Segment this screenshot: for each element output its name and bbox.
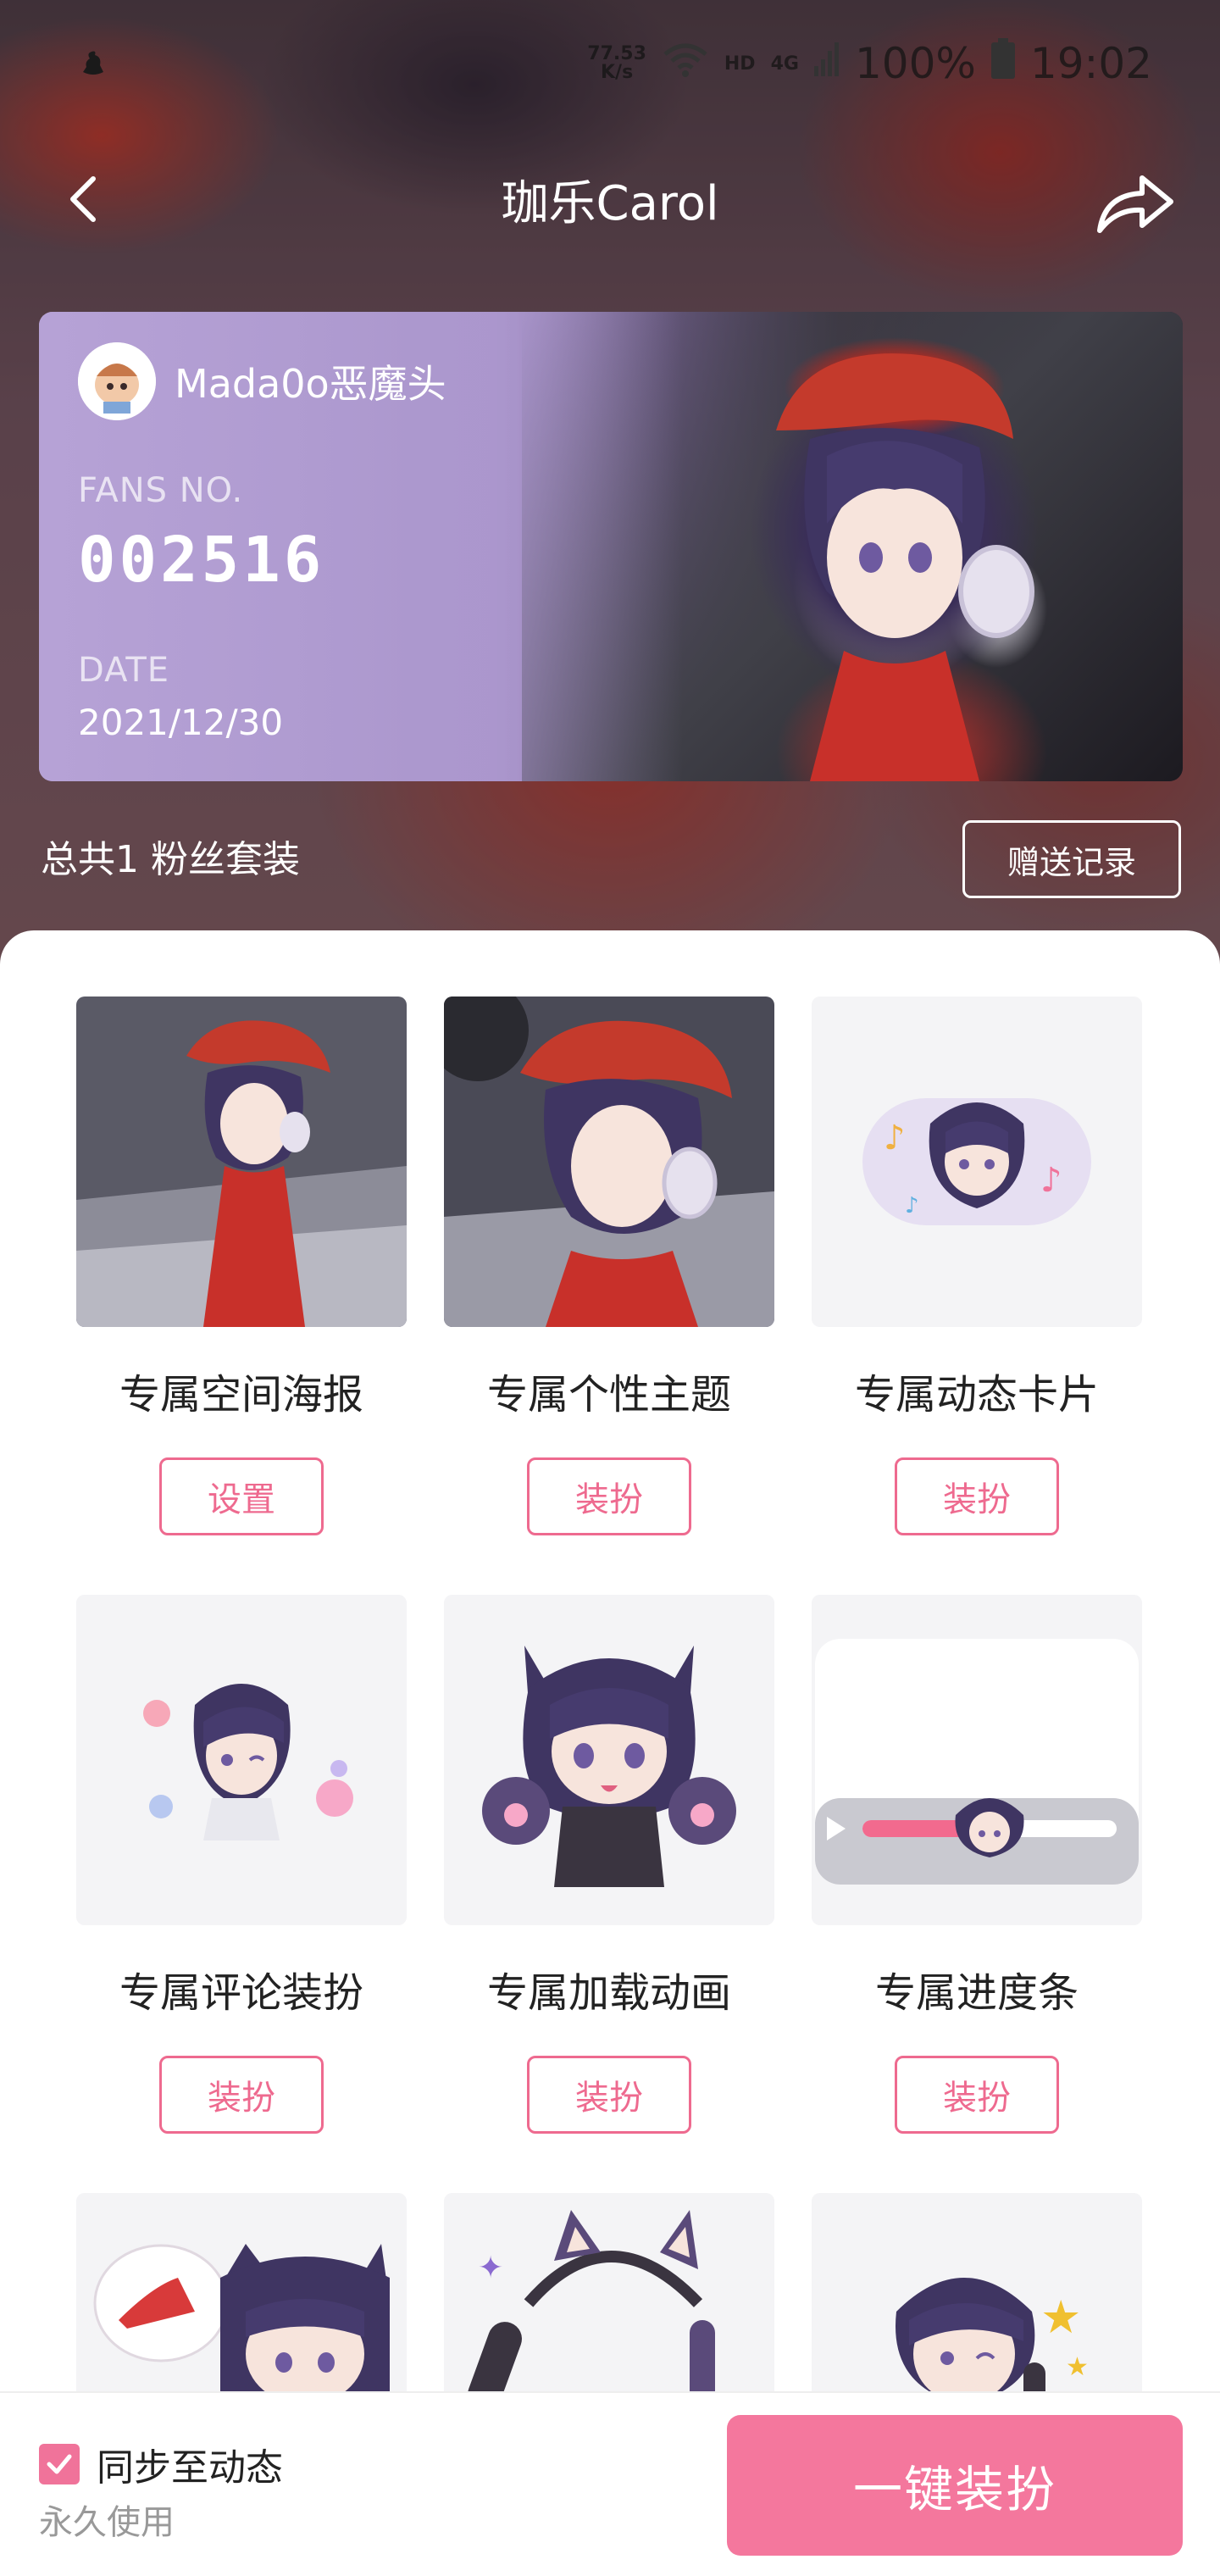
dress-up-button[interactable]: 装扮 (159, 2056, 324, 2134)
svg-text:♪: ♪ (905, 1193, 919, 1219)
suit-item-comment-decoration: 专属评论装扮 装扮 (76, 1595, 407, 2134)
nav-bar: 珈乐Carol (0, 153, 1220, 246)
page-title: 珈乐Carol (501, 175, 719, 231)
sync-to-feed[interactable]: 同步至动态 (39, 2437, 283, 2491)
sync-checkbox[interactable] (39, 2444, 80, 2484)
svg-text:♪: ♪ (884, 1119, 906, 1158)
battery-icon (990, 38, 1015, 89)
suit-items-panel: 专属空间海报 设置 专属个性主题 装扮 ♪ ♪ ♪ 专属动态卡片 装扮 专属评论… (0, 930, 1220, 2576)
suit-item-progress-bar: 专属进度条 装扮 (812, 1595, 1142, 2134)
svg-text:★: ★ (1040, 2290, 1081, 2344)
dress-up-button[interactable]: 装扮 (527, 2056, 691, 2134)
dress-up-button[interactable]: 装扮 (895, 1457, 1059, 1535)
net-speed: 77.53 K/s (587, 43, 646, 83)
suit-item-loading-animation: 专属加载动画 装扮 (444, 1595, 774, 2134)
item-label: 专属动态卡片 (854, 1371, 1099, 1418)
svg-text:★: ★ (1066, 2352, 1089, 2382)
dynamic-card-thumbnail[interactable]: ♪ ♪ ♪ (812, 997, 1142, 1327)
hd-label: HD (724, 53, 756, 75)
notification-icon (76, 47, 110, 80)
one-click-dress-up-button[interactable]: 一键装扮 (727, 2415, 1183, 2556)
item-label: 专属评论装扮 (119, 1969, 363, 2017)
set-button[interactable]: 设置 (159, 1457, 324, 1535)
avatar[interactable] (78, 342, 156, 420)
fan-date: 2021/12/30 (78, 702, 284, 743)
checkmark-icon (47, 2454, 72, 2474)
svg-text:✦: ✦ (478, 2251, 503, 2285)
fan-user: Mada0o恶魔头 (78, 342, 446, 420)
suit-item-space-poster: 专属空间海报 设置 (76, 997, 407, 1535)
share-icon[interactable] (1093, 169, 1178, 237)
dress-up-button[interactable]: 装扮 (527, 1457, 691, 1535)
status-bar: 77.53 K/s HD 4G 100% 19:02 (0, 25, 1220, 102)
back-arrow-icon[interactable] (59, 174, 110, 225)
svg-text:♪: ♪ (1040, 1161, 1062, 1200)
suit-item-dynamic-card: ♪ ♪ ♪ 专属动态卡片 装扮 (812, 997, 1142, 1535)
suit-count: 总共1 粉丝套装 (41, 838, 300, 881)
item-label: 专属进度条 (874, 1969, 1079, 2017)
permanent-use-label: 永久使用 (39, 2503, 175, 2542)
theme-thumbnail[interactable] (444, 997, 774, 1327)
item-label: 专属加载动画 (486, 1969, 731, 2017)
gift-record-button[interactable]: 赠送记录 (962, 820, 1181, 898)
fans-number: 002516 (78, 524, 325, 597)
dress-up-button[interactable]: 装扮 (895, 2056, 1059, 2134)
battery-percent: 100% (854, 39, 976, 88)
item-label: 专属个性主题 (486, 1371, 731, 1418)
sync-label: 同步至动态 (97, 2446, 283, 2490)
network-type: 4G (770, 53, 799, 75)
signal-icon (813, 39, 840, 88)
item-label: 专属空间海报 (119, 1371, 363, 1418)
date-label: DATE (78, 651, 170, 690)
fan-card: Mada0o恶魔头 FANS NO. 002516 DATE 2021/12/3… (39, 312, 1183, 781)
space-poster-thumbnail[interactable] (76, 997, 407, 1327)
fans-no-label: FANS NO. (78, 471, 244, 510)
clock: 19:02 (1029, 39, 1152, 88)
wifi-icon (662, 39, 709, 88)
suit-items-grid: 专属空间海报 设置 专属个性主题 装扮 ♪ ♪ ♪ 专属动态卡片 装扮 专属评论… (76, 997, 1145, 2576)
suit-item-theme: 专属个性主题 装扮 (444, 997, 774, 1535)
loading-animation-thumbnail[interactable] (444, 1595, 774, 1925)
bottom-bar: 同步至动态 永久使用 一键装扮 (0, 2391, 1220, 2576)
comment-decoration-thumbnail[interactable] (76, 1595, 407, 1925)
progress-bar-thumbnail[interactable] (812, 1595, 1142, 1925)
fan-username: Mada0o恶魔头 (175, 361, 446, 407)
